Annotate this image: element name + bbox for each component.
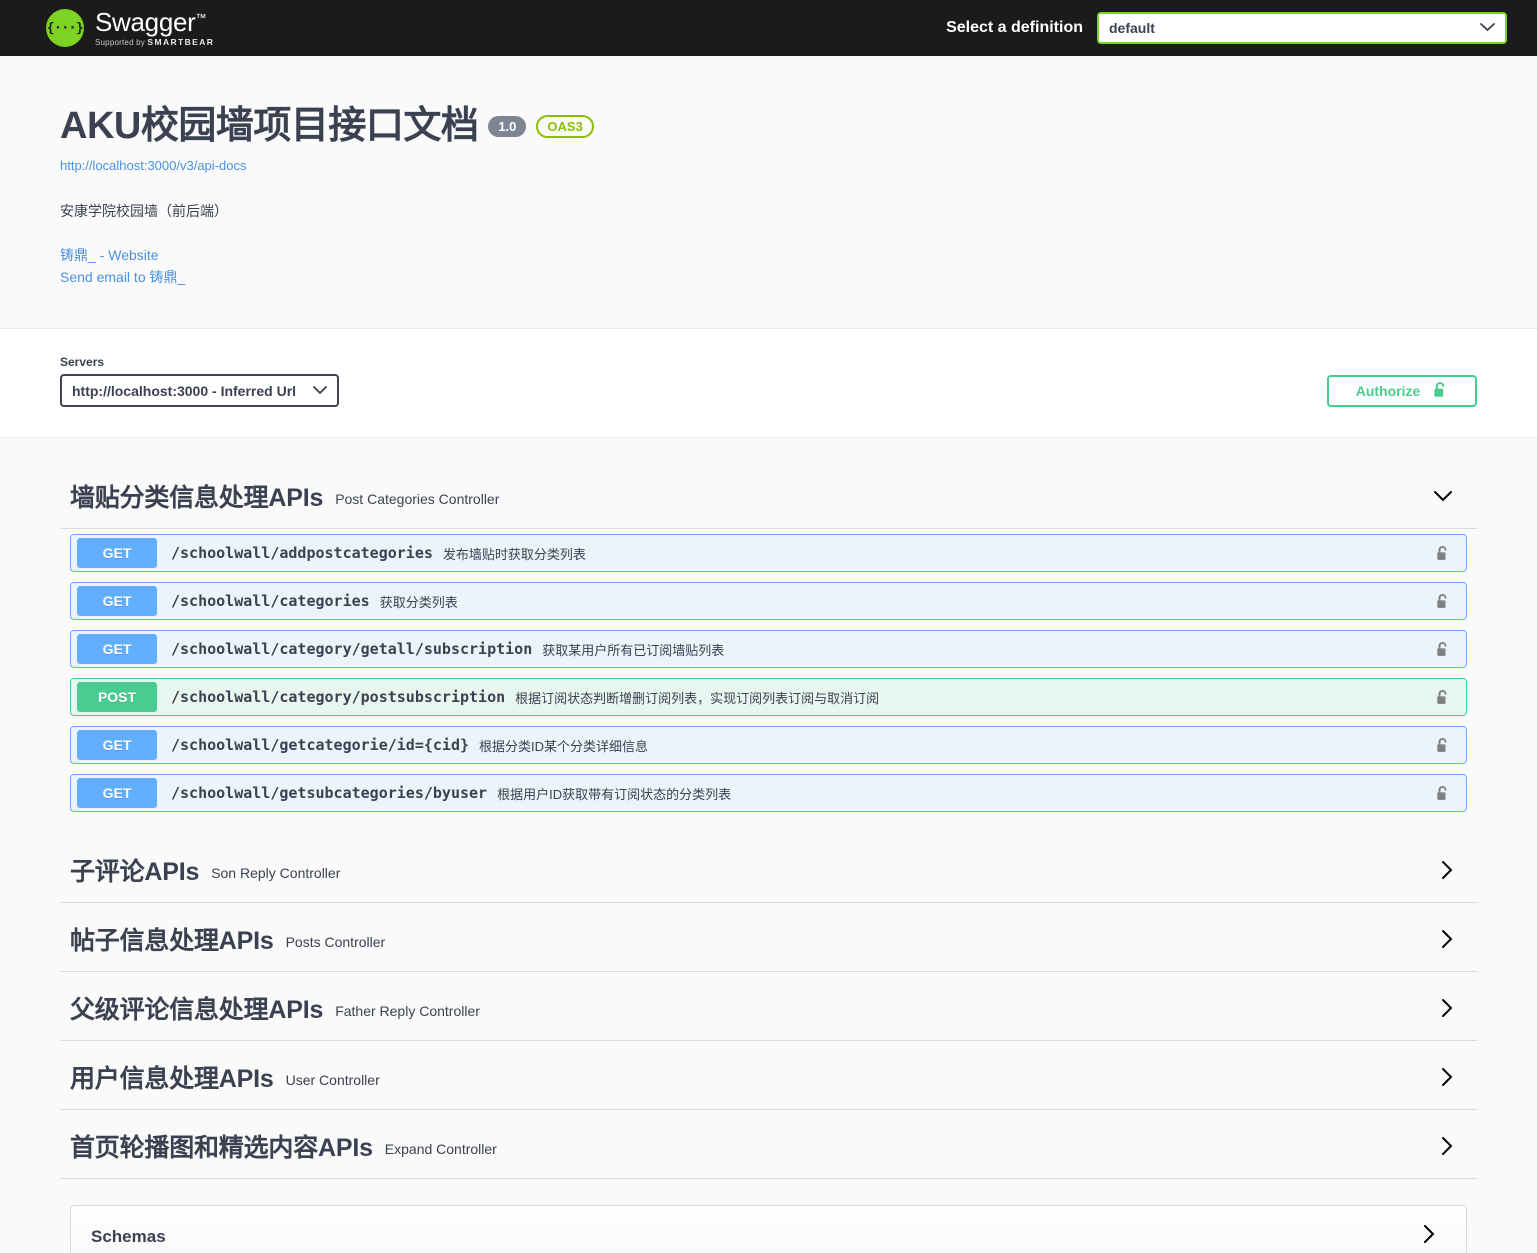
unlock-icon[interactable]	[1435, 737, 1450, 754]
http-method-badge: GET	[77, 538, 157, 569]
operations-band: 墙贴分类信息处理APIs Post Categories Controller GE…	[0, 438, 1537, 1253]
chevron-down-icon[interactable]	[1433, 490, 1453, 502]
authorize-label: Authorize	[1355, 383, 1421, 400]
tag-name: 墙贴分类信息处理APIs	[70, 484, 324, 513]
definition-select[interactable]: default	[1097, 12, 1507, 44]
servers-label: Servers	[60, 355, 105, 370]
unlock-icon[interactable]	[1435, 689, 1450, 706]
select-definition-label: Select a definition	[946, 19, 1083, 36]
tag-header[interactable]: 父级评论信息处理APIs Father Reply Controller	[60, 972, 1477, 1042]
swagger-logo[interactable]: {···} Swagger™ Supported by SMARTBEAR	[46, 9, 214, 47]
tag-name: 首页轮播图和精选内容APIs	[70, 1134, 373, 1163]
chevron-down-icon	[1480, 21, 1495, 35]
schemas-band: Schemas	[60, 1179, 1477, 1253]
tag-name: 父级评论信息处理APIs	[70, 996, 324, 1025]
tag-header[interactable]: 首页轮播图和精选内容APIs Expand Controller	[60, 1110, 1477, 1180]
tag-name: 子评论APIs	[70, 858, 200, 887]
operation-path: /schoolwall/category/postsubscription	[171, 688, 506, 707]
api-docs-url-link[interactable]: http://localhost:3000/v3/api-docs	[60, 158, 1477, 173]
chevron-right-icon	[1423, 1224, 1436, 1249]
oas-badge: OAS3	[536, 115, 594, 138]
authorize-button[interactable]: Authorize	[1327, 375, 1477, 408]
topbar: {···} Swagger™ Supported by SMARTBEAR Se…	[0, 0, 1537, 56]
tag-section: 用户信息处理APIs User Controller	[60, 1041, 1477, 1111]
operation-path: /schoolwall/category/getall/subscription	[171, 640, 533, 659]
chevron-right-icon[interactable]	[1441, 929, 1453, 949]
operation-list: GET/schoolwall/addpostcategories 发布墙贴时获取分…	[60, 529, 1477, 834]
operation-path: /schoolwall/getsubcategories/byuser	[171, 784, 488, 803]
tag-header[interactable]: 子评论APIs Son Reply Controller	[60, 834, 1477, 904]
http-method-badge: GET	[77, 730, 157, 761]
operation-row[interactable]: GET/schoolwall/getsubcategories/byuser 根据…	[70, 774, 1467, 813]
tag-description: Posts Controller	[285, 934, 386, 951]
tag-description: Expand Controller	[384, 1141, 497, 1158]
unlock-icon[interactable]	[1435, 593, 1450, 610]
unlock-icon[interactable]	[1435, 785, 1450, 802]
unlock-icon[interactable]	[1435, 641, 1450, 658]
operation-path: /schoolwall/addpostcategories	[171, 544, 433, 563]
operation-summary: 根据订阅状态判断增删订阅列表，实现订阅列表订阅与取消订阅	[515, 690, 880, 706]
swagger-logo-icon: {···}	[46, 9, 84, 47]
operation-path: /schoolwall/getcategorie/id={cid}	[171, 736, 470, 755]
api-description: 安康学院校园墙（前后端）	[60, 203, 228, 219]
operation-row[interactable]: GET/schoolwall/addpostcategories 发布墙贴时获取分…	[70, 534, 1467, 573]
operation-summary: 根据用户ID获取带有订阅状态的分类列表	[497, 786, 732, 802]
http-method-badge: GET	[77, 634, 157, 665]
operation-summary: 发布墙贴时获取分类列表	[442, 546, 586, 562]
chevron-right-icon[interactable]	[1441, 1067, 1453, 1087]
website-link[interactable]: 铸鼎_ - Website	[60, 245, 1477, 267]
unlock-icon[interactable]	[1435, 545, 1450, 562]
tag-header[interactable]: 墙贴分类信息处理APIs Post Categories Controller	[60, 460, 1477, 530]
api-info-band: AKU校园墙项目接口文档 1.0 OAS3 http://localhost:3…	[0, 56, 1537, 329]
servers-band: Servers http://localhost:3000 - Inferred…	[0, 328, 1537, 439]
operation-summary: 根据分类ID某个分类详细信息	[479, 738, 649, 754]
operation-row[interactable]: POST/schoolwall/category/postsubscriptio…	[70, 678, 1467, 717]
tag-name: 用户信息处理APIs	[70, 1065, 274, 1094]
schemas-section[interactable]: Schemas	[70, 1205, 1467, 1253]
api-info: AKU校园墙项目接口文档 1.0 OAS3 http://localhost:3…	[60, 56, 1477, 328]
tag-header[interactable]: 用户信息处理APIs User Controller	[60, 1041, 1477, 1111]
operation-row[interactable]: GET/schoolwall/categories 获取分类列表	[70, 582, 1467, 621]
http-method-badge: GET	[77, 586, 157, 617]
operation-summary: 获取分类列表	[379, 594, 458, 610]
contact-links: 铸鼎_ - Website Send email to 铸鼎_	[60, 245, 1477, 288]
page-title: AKU校园墙项目接口文档	[60, 105, 479, 147]
chevron-right-icon[interactable]	[1441, 1136, 1453, 1156]
operation-row[interactable]: GET/schoolwall/category/getall/subscript…	[70, 630, 1467, 669]
logo-subtitle: Supported by SMARTBEAR	[95, 37, 215, 47]
tag-name: 帖子信息处理APIs	[70, 927, 274, 956]
tag-sections: 墙贴分类信息处理APIs Post Categories Controller GE…	[60, 460, 1477, 1180]
server-select[interactable]: http://localhost:3000 - Inferred Url	[60, 374, 339, 408]
schemas-title: Schemas	[91, 1226, 166, 1246]
tag-section: 帖子信息处理APIs Posts Controller	[60, 903, 1477, 973]
definition-select-value: default	[1109, 20, 1155, 36]
email-link[interactable]: Send email to 铸鼎_	[60, 267, 1477, 289]
tag-description: Post Categories Controller	[335, 491, 500, 508]
unlock-icon	[1432, 381, 1448, 402]
chevron-right-icon[interactable]	[1441, 998, 1453, 1018]
operation-row[interactable]: GET/schoolwall/getcategorie/id={cid} 根据分类…	[70, 726, 1467, 765]
tag-description: Son Reply Controller	[211, 865, 341, 882]
server-select-value: http://localhost:3000 - Inferred Url	[72, 382, 297, 399]
tag-description: Father Reply Controller	[335, 1003, 480, 1020]
operation-summary: 获取某用户所有已订阅墙贴列表	[542, 642, 725, 658]
chevron-down-icon	[307, 384, 327, 398]
operation-path: /schoolwall/categories	[171, 592, 370, 611]
trademark-symbol: ™	[195, 12, 207, 25]
http-method-badge: GET	[77, 778, 157, 809]
tag-section: 首页轮播图和精选内容APIs Expand Controller	[60, 1110, 1477, 1180]
tag-section: 子评论APIs Son Reply Controller	[60, 834, 1477, 904]
tag-description: User Controller	[285, 1072, 380, 1089]
tag-section: 父级评论信息处理APIs Father Reply Controller	[60, 972, 1477, 1042]
tag-section: 墙贴分类信息处理APIs Post Categories Controller GE…	[60, 460, 1477, 834]
tag-header[interactable]: 帖子信息处理APIs Posts Controller	[60, 903, 1477, 973]
http-method-badge: POST	[77, 682, 157, 713]
logo-title: Swagger™	[95, 7, 207, 37]
chevron-right-icon[interactable]	[1441, 860, 1453, 880]
version-badge: 1.0	[488, 116, 527, 137]
